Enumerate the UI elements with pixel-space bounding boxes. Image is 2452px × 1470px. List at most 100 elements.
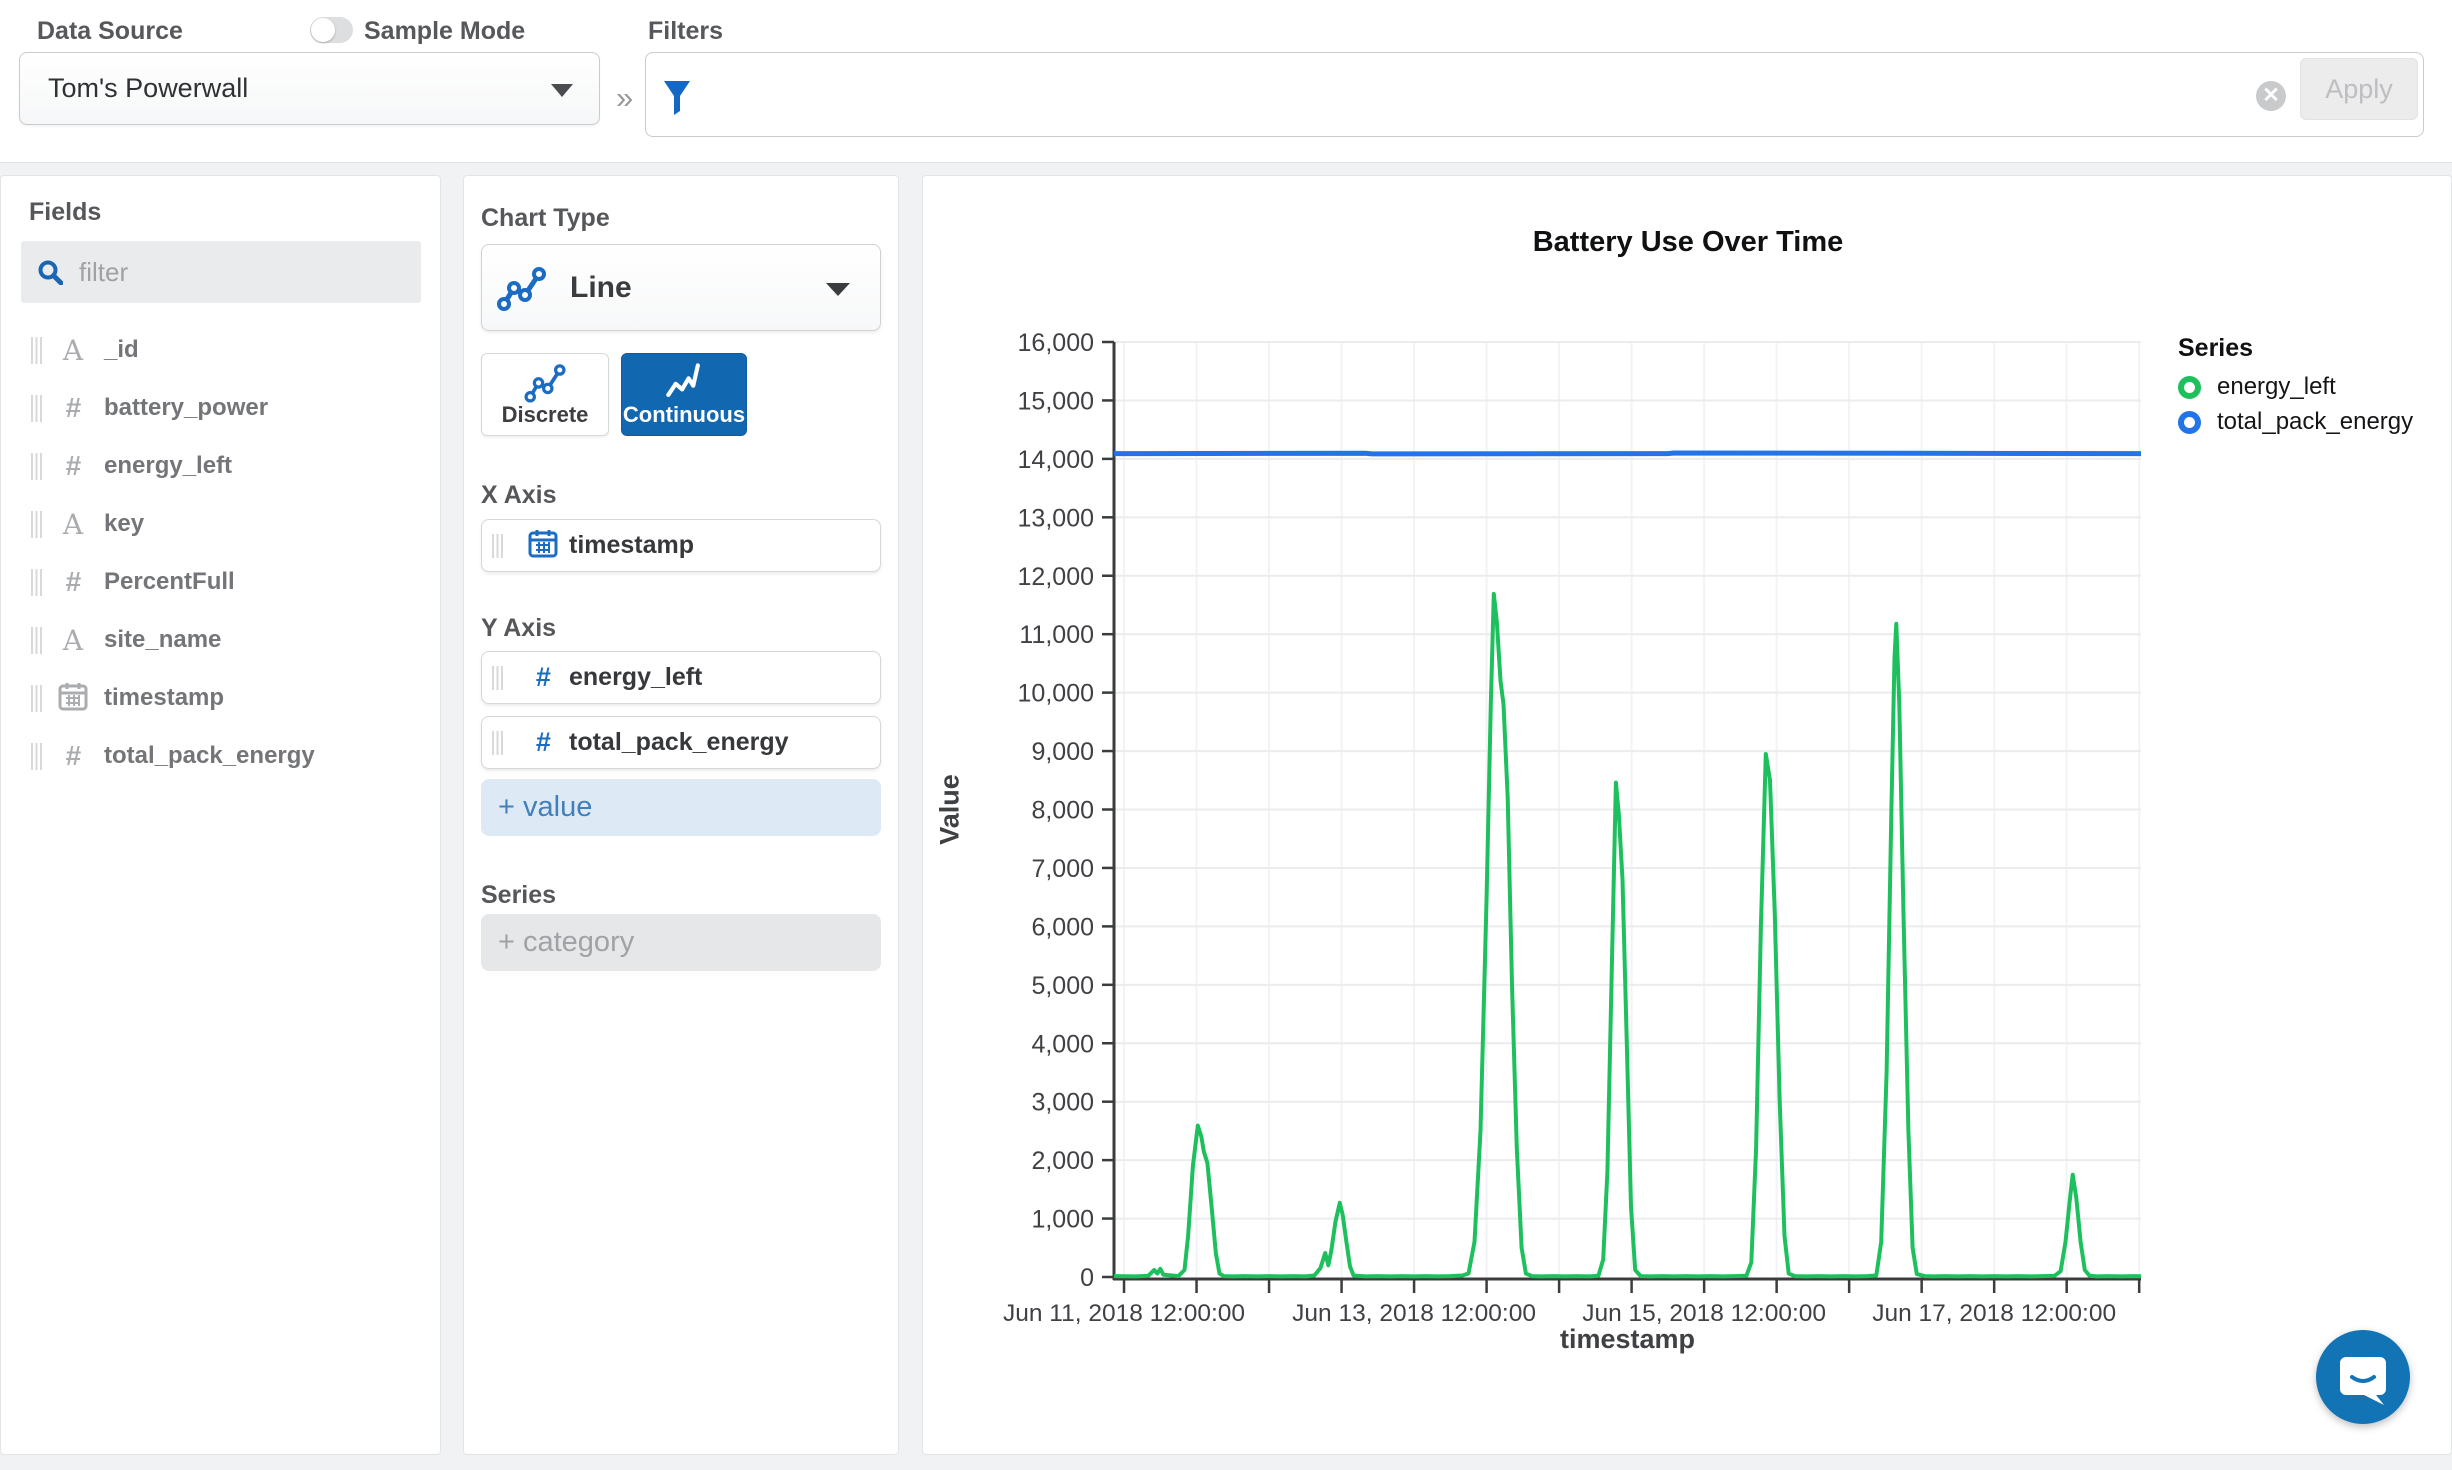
- field-name: total_pack_energy: [104, 742, 315, 769]
- continuous-line-icon: [666, 363, 700, 397]
- chart-legend: Series energy_left total_pack_energy: [2178, 334, 2413, 443]
- series-line-energy_left: [1113, 591, 2142, 1279]
- legend-item-total_pack_energy[interactable]: total_pack_energy: [2178, 408, 2413, 436]
- field-item-battery_power[interactable]: # battery_power: [1, 379, 440, 437]
- svg-text:12,000: 12,000: [1018, 563, 1094, 591]
- svg-text:13,000: 13,000: [1018, 504, 1094, 532]
- svg-text:0: 0: [1080, 1264, 1094, 1292]
- drag-handle-icon: [31, 742, 42, 770]
- fields-filter-input[interactable]: [79, 256, 379, 288]
- svg-text:10,000: 10,000: [1018, 680, 1094, 708]
- svg-text:2,000: 2,000: [1031, 1147, 1094, 1175]
- field-name: site_name: [104, 626, 222, 653]
- filter-funnel-icon: [664, 81, 690, 115]
- drag-handle-icon: [31, 684, 42, 712]
- number-type-icon: #: [535, 662, 551, 692]
- filters-label: Filters: [648, 17, 724, 45]
- fields-search-box[interactable]: [21, 241, 421, 303]
- svg-text:1,000: 1,000: [1031, 1206, 1094, 1234]
- series-line-total_pack_energy: [1113, 450, 2142, 457]
- y-axis-field-pill[interactable]: # total_pack_energy: [481, 716, 881, 769]
- data-source-select[interactable]: Tom's Powerwall: [19, 52, 600, 125]
- string-type-icon: A: [62, 333, 84, 367]
- search-icon: [38, 260, 63, 285]
- number-type-icon: #: [65, 566, 81, 597]
- date-type-icon: [58, 682, 88, 710]
- number-type-icon: #: [65, 392, 81, 423]
- field-item-PercentFull[interactable]: # PercentFull: [1, 553, 440, 611]
- chart-type-label: Chart Type: [481, 204, 610, 232]
- svg-text:16,000: 16,000: [1018, 329, 1094, 357]
- chat-launcher-button[interactable]: [2316, 1330, 2410, 1424]
- field-name: energy_left: [104, 452, 233, 479]
- drag-handle-icon: [492, 533, 503, 558]
- date-type-icon: [528, 530, 558, 558]
- svg-text:Jun 13, 2018 12:00:00: Jun 13, 2018 12:00:00: [1292, 1300, 1536, 1327]
- field-name: battery_power: [104, 394, 269, 421]
- svg-text:Jun 15, 2018 12:00:00: Jun 15, 2018 12:00:00: [1582, 1300, 1826, 1327]
- drag-handle-icon: [492, 665, 503, 690]
- chart-panel: Battery Use Over Time Value timestamp 01…: [922, 175, 2452, 1455]
- apply-button[interactable]: Apply: [2300, 58, 2418, 120]
- fields-panel-title: Fields: [29, 198, 102, 226]
- sample-mode-label: Sample Mode: [364, 17, 526, 45]
- legend-marker-icon: [2178, 375, 2201, 399]
- svg-text:6,000: 6,000: [1031, 913, 1094, 941]
- svg-text:11,000: 11,000: [1019, 621, 1094, 649]
- continuous-button[interactable]: Continuous: [621, 353, 747, 436]
- add-category-button[interactable]: + category: [481, 914, 881, 971]
- svg-text:15,000: 15,000: [1018, 387, 1094, 415]
- field-item-_id[interactable]: A _id: [1, 321, 440, 379]
- chart-type-value: Line: [570, 270, 632, 304]
- collapse-chevron-icon[interactable]: »: [616, 80, 633, 116]
- drag-handle-icon: [31, 394, 42, 422]
- chevron-down-icon: [826, 283, 850, 296]
- svg-text:7,000: 7,000: [1031, 855, 1094, 883]
- number-type-icon: #: [535, 727, 551, 757]
- filters-input[interactable]: [645, 52, 2424, 137]
- legend-title: Series: [2178, 334, 2254, 362]
- clear-filter-icon[interactable]: ✕: [2256, 81, 2286, 111]
- field-item-total_pack_energy[interactable]: # total_pack_energy: [1, 727, 440, 785]
- field-name: timestamp: [104, 684, 225, 711]
- data-source-value: Tom's Powerwall: [48, 73, 249, 103]
- svg-text:14,000: 14,000: [1018, 446, 1094, 474]
- field-name: key: [104, 510, 145, 537]
- pill-field-name: timestamp: [569, 531, 695, 559]
- x-axis-field-pill[interactable]: timestamp: [481, 519, 881, 572]
- encoding-panel: Chart Type Line Discrete Continuous X Ax…: [463, 175, 899, 1455]
- string-type-icon: A: [62, 507, 84, 541]
- legend-marker-icon: [2178, 410, 2201, 434]
- y-axis-label: Y Axis: [481, 614, 557, 642]
- toggle-knob: [311, 18, 335, 42]
- pill-field-name: energy_left: [569, 663, 703, 691]
- sample-mode-toggle[interactable]: [310, 17, 353, 43]
- fields-panel: Fields A _id # battery_power # energy_le…: [0, 175, 441, 1455]
- discrete-button[interactable]: Discrete: [481, 353, 609, 436]
- chat-smile-icon: [2340, 1357, 2386, 1405]
- field-item-timestamp[interactable]: timestamp: [1, 669, 440, 727]
- discrete-line-icon: [524, 364, 566, 403]
- svg-text:3,000: 3,000: [1031, 1089, 1094, 1117]
- chevron-down-icon: [551, 84, 573, 97]
- pill-field-name: total_pack_energy: [569, 728, 789, 756]
- svg-text:8,000: 8,000: [1031, 797, 1094, 825]
- field-name: PercentFull: [104, 568, 235, 595]
- field-item-energy_left[interactable]: # energy_left: [1, 437, 440, 495]
- chart-type-select[interactable]: Line: [481, 244, 881, 331]
- discrete-label: Discrete: [501, 402, 589, 427]
- drag-handle-icon: [31, 452, 42, 480]
- y-axis-field-pill[interactable]: # energy_left: [481, 651, 881, 704]
- field-item-key[interactable]: A key: [1, 495, 440, 553]
- number-type-icon: #: [65, 450, 81, 481]
- svg-text:Jun 11, 2018 12:00:00: Jun 11, 2018 12:00:00: [1003, 1300, 1245, 1327]
- number-type-icon: #: [65, 740, 81, 771]
- svg-text:9,000: 9,000: [1031, 738, 1094, 766]
- series-label: Series: [481, 881, 557, 909]
- field-item-site_name[interactable]: A site_name: [1, 611, 440, 669]
- svg-text:5,000: 5,000: [1031, 972, 1094, 1000]
- legend-item-energy_left[interactable]: energy_left: [2178, 373, 2413, 401]
- add-value-button[interactable]: + value: [481, 779, 881, 836]
- x-axis-label: X Axis: [481, 481, 557, 509]
- drag-handle-icon: [492, 730, 503, 755]
